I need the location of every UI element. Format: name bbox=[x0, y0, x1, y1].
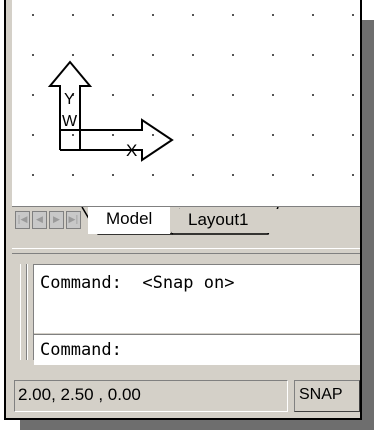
ucs-x-label: X bbox=[126, 141, 137, 160]
status-bar: 2.00, 2.50 , 0.00 SNAP bbox=[12, 376, 360, 416]
drawing-canvas[interactable]: Y W X bbox=[12, 0, 360, 206]
command-input[interactable]: Command: bbox=[34, 334, 360, 365]
tab-model[interactable]: Model bbox=[88, 207, 170, 234]
command-splitter[interactable] bbox=[12, 248, 360, 254]
layout-tab-bar: |◀ ◀ ▶ ▶| Model Layout1 bbox=[12, 206, 360, 237]
command-history-line: Command: <Snap on> bbox=[40, 273, 235, 293]
tab-layout1-label: Layout1 bbox=[188, 210, 249, 229]
command-prompt: Command: bbox=[40, 340, 122, 360]
ucs-icon: Y W X bbox=[47, 60, 174, 162]
command-grip[interactable] bbox=[20, 264, 27, 360]
command-history: Command: <Snap on> bbox=[34, 264, 360, 333]
tab-model-label: Model bbox=[106, 209, 153, 228]
coordinate-display[interactable]: 2.00, 2.50 , 0.00 bbox=[14, 380, 288, 412]
command-grip-inner bbox=[27, 264, 34, 360]
tab-layout1[interactable]: Layout1 bbox=[172, 209, 282, 233]
ucs-y-label: Y bbox=[64, 91, 75, 108]
command-window: Command: <Snap on> Command: bbox=[12, 244, 360, 376]
snap-toggle-button[interactable]: SNAP bbox=[294, 380, 360, 412]
ucs-w-label: W bbox=[62, 113, 78, 130]
autocad-window: Y W X |◀ ◀ ▶ ▶| Model Layout1 Command: <… bbox=[4, 0, 362, 420]
